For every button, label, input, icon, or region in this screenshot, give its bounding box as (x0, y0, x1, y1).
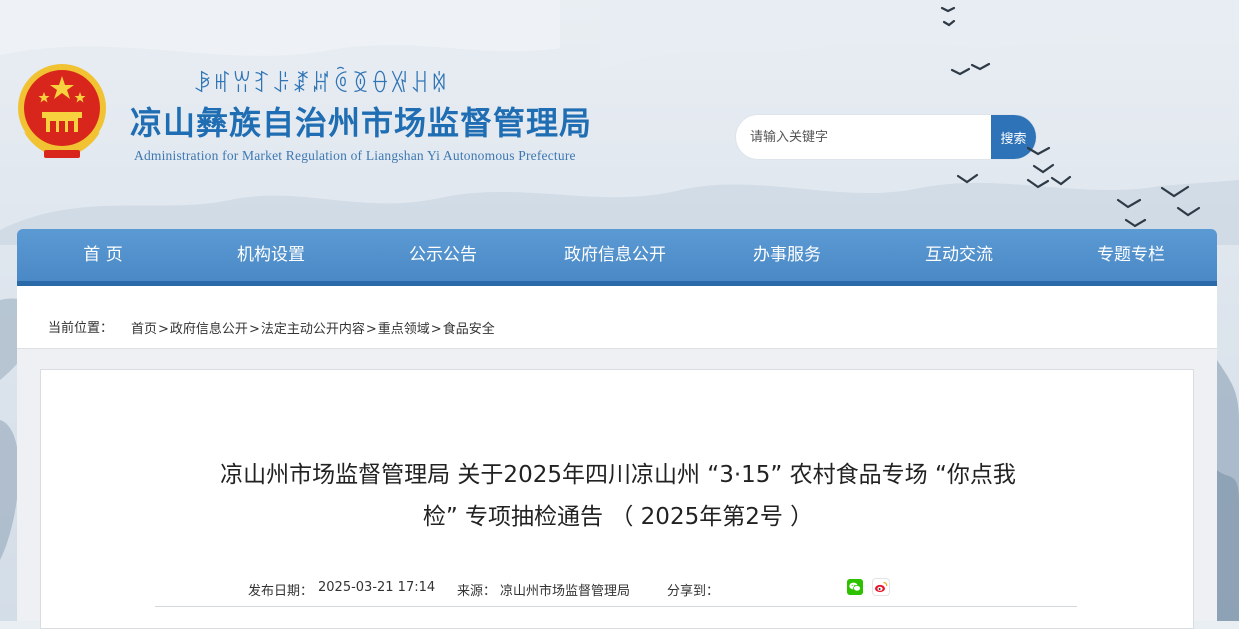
site-subtitle: Administration for Market Regulation of … (134, 148, 576, 163)
article-card: 凉山州市场监督管理局 关于2025年四川凉山州 “3·15” 农村食品专场 “你… (40, 369, 1194, 629)
breadcrumb-separator: > (365, 322, 377, 337)
national-emblem-icon[interactable] (14, 62, 110, 162)
main-content: 当前位置： 首页>政府信息公开>法定主动公开内容>重点领域>食品安全 凉山州市场… (17, 286, 1217, 629)
main-navigation: 首 页 机构设置 公示公告 政府信息公开 办事服务 互动交流 专题专栏 (17, 229, 1217, 286)
nav-special-topics[interactable]: 专题专栏 (1045, 229, 1217, 281)
article-meta: 发布日期： 2025-03-21 17:14 来源： 凉山州市场监督管理局 分享… (155, 578, 1077, 607)
site-header: ꆃꎭꀕꆈꌠꊨꏦꏱꅉꂷꑟꃅꉈ 凉山彝族自治州市场监督管理局 Administrat… (0, 0, 1239, 242)
breadcrumb-label: 当前位置： (48, 321, 114, 336)
publish-date: 2025-03-21 17:14 (318, 580, 436, 595)
yi-script-title: ꆃꎭꀕꆈꌠꊨꏦꏱꅉꂷꑟꃅꉈ (193, 70, 450, 98)
nav-interaction[interactable]: 互动交流 (873, 229, 1045, 281)
breadcrumb-item-government-info[interactable]: 政府信息公开 (170, 322, 248, 337)
weibo-icon[interactable] (873, 579, 889, 595)
nav-announcements[interactable]: 公示公告 (357, 229, 529, 281)
nav-services[interactable]: 办事服务 (701, 229, 873, 281)
article-title: 凉山州市场监督管理局 关于2025年四川凉山州 “3·15” 农村食品专场 “你… (151, 454, 1085, 538)
publish-date-label: 发布日期： (248, 584, 314, 599)
breadcrumb-item-statutory-disclosure[interactable]: 法定主动公开内容 (261, 322, 365, 337)
breadcrumb-item-home[interactable]: 首页 (131, 322, 157, 337)
source-value: 凉山州市场监督管理局 (500, 584, 631, 599)
source-label: 来源： (457, 584, 497, 599)
breadcrumb-trail: 首页>政府信息公开>法定主动公开内容>重点领域>食品安全 (131, 318, 495, 337)
nav-organization[interactable]: 机构设置 (185, 229, 357, 281)
site-title[interactable]: 凉山彝族自治州市场监督管理局 (130, 98, 592, 144)
article-title-line2: 检” 专项抽检通告 （ 2025年第2号 ） (422, 504, 814, 530)
nav-government-info[interactable]: 政府信息公开 (529, 229, 701, 281)
breadcrumb: 当前位置： 首页>政府信息公开>法定主动公开内容>重点领域>食品安全 (17, 286, 1217, 349)
birds-decoration (940, 6, 1204, 242)
nav-home[interactable]: 首 页 (17, 229, 189, 281)
wechat-icon[interactable] (847, 579, 863, 595)
breadcrumb-separator: > (158, 322, 169, 337)
article-title-line1: 凉山州市场监督管理局 关于2025年四川凉山州 “3·15” 农村食品专场 “你… (220, 462, 1016, 488)
breadcrumb-item-key-areas[interactable]: 重点领域 (378, 322, 430, 337)
share-label: 分享到： (667, 584, 720, 599)
breadcrumb-separator: > (248, 322, 260, 337)
breadcrumb-separator: > (430, 322, 442, 337)
breadcrumb-item-food-safety[interactable]: 食品安全 (443, 322, 495, 337)
